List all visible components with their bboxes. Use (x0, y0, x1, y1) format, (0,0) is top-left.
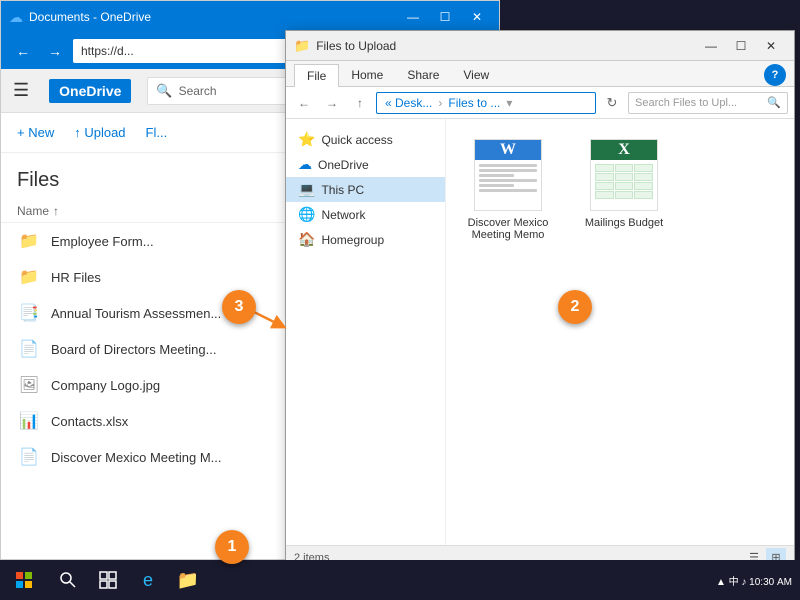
this-pc-icon: 💻 (298, 181, 315, 198)
explorer-search-box[interactable]: Search Files to Upl... 🔍 (628, 92, 788, 114)
explorer-main: W Discover Mexico Meeting Memo (446, 119, 794, 545)
taskbar: e 📁 ▲ 中 ♪ 10:30 AM (0, 560, 800, 600)
start-button[interactable] (0, 560, 48, 600)
explorer-back-button[interactable]: ← (292, 91, 316, 115)
file-icon: 📊 (17, 409, 41, 433)
flow-label: Fl... (146, 125, 168, 140)
explorer-search-icon: 🔍 (767, 96, 781, 109)
annotation-1: 1 (215, 530, 249, 564)
homegroup-icon: 🏠 (298, 231, 315, 248)
word-file-icon: W (474, 139, 542, 211)
sort-icon: ↑ (53, 204, 59, 218)
upload-label: ↑ Upload (74, 125, 125, 140)
file-icon: 🖼 (17, 373, 41, 397)
sidebar-label-network: Network (321, 208, 365, 222)
name-label: Name (17, 204, 49, 218)
file-icon: 📁 (17, 265, 41, 289)
quick-access-icon: ⭐ (298, 131, 315, 148)
sidebar-label-quick-access: Quick access (321, 133, 392, 147)
ribbon-tabs: File Home Share View ? (286, 61, 794, 87)
refresh-button[interactable]: ↻ (600, 91, 624, 115)
onedrive-icon: ☁ (9, 9, 23, 26)
new-button[interactable]: + New (17, 125, 54, 140)
onedrive-address-text: https://d... (81, 44, 134, 58)
file-icon: 📑 (17, 301, 41, 325)
explorer-up-button[interactable]: ↑ (348, 91, 372, 115)
explorer-body: ⭐ Quick access ☁ OneDrive 💻 This PC 🌐 Ne… (286, 119, 794, 545)
onedrive-titlebar: ☁ Documents - OneDrive — ☐ ✕ (1, 1, 499, 33)
annotation-2: 2 (558, 290, 592, 324)
explorer-forward-button[interactable]: → (320, 91, 344, 115)
network-icon: 🌐 (298, 206, 315, 223)
onedrive-back-button[interactable]: ← (9, 37, 37, 65)
file-icon: 📁 (17, 229, 41, 253)
breadcrumb-dropdown-icon: ▾ (506, 96, 512, 110)
explorer-folder-icon: 📁 (294, 38, 310, 54)
tab-home[interactable]: Home (339, 64, 395, 86)
sidebar-item-this-pc[interactable]: 💻 This PC (286, 177, 445, 202)
explorer-close-button[interactable]: ✕ (756, 31, 786, 61)
explorer-minimize-button[interactable]: — (696, 31, 726, 61)
taskbar-time: ▲ 中 ♪ 10:30 AM (716, 573, 792, 588)
sidebar-item-quick-access[interactable]: ⭐ Quick access (286, 127, 445, 152)
explorer-title: Files to Upload (316, 39, 696, 53)
onedrive-maximize-button[interactable]: ☐ (431, 3, 459, 31)
taskbar-file-explorer[interactable]: 📁 (168, 560, 208, 600)
search-placeholder: Search (179, 84, 217, 98)
onedrive-logo: OneDrive (49, 79, 131, 103)
annotation-3: 3 (222, 290, 256, 324)
task-view-icon (99, 571, 117, 589)
excel-file-icon: X (590, 139, 658, 211)
file-thumb-discover-mexico: W (472, 139, 544, 211)
explorer-window: 📁 Files to Upload — ☐ ✕ File Home Share … (285, 30, 795, 570)
file-label-discover-mexico: Discover Mexico Meeting Memo (466, 217, 550, 241)
taskbar-tray: ▲ 中 ♪ 10:30 AM (716, 573, 800, 588)
windows-logo (16, 572, 32, 588)
tab-share[interactable]: Share (395, 64, 451, 86)
onedrive-close-button[interactable]: ✕ (463, 3, 491, 31)
sidebar-label-this-pc: This PC (321, 183, 364, 197)
taskbar-search[interactable] (48, 560, 88, 600)
breadcrumb-desktop[interactable]: « Desk... (385, 96, 432, 110)
upload-button[interactable]: ↑ Upload (74, 125, 125, 140)
taskbar-edge[interactable]: e (128, 560, 168, 600)
onedrive-minimize-button[interactable]: — (399, 3, 427, 31)
breadcrumb-separator: › (438, 96, 442, 110)
explorer-window-controls: — ☐ ✕ (696, 31, 786, 61)
tab-view[interactable]: View (451, 64, 501, 86)
hamburger-icon[interactable]: ☰ (13, 80, 29, 101)
sidebar-label-homegroup: Homegroup (321, 233, 384, 247)
help-button[interactable]: ? (764, 64, 786, 86)
search-icon: 🔍 (156, 83, 172, 99)
sidebar-item-homegroup[interactable]: 🏠 Homegroup (286, 227, 445, 252)
onedrive-title: Documents - OneDrive (29, 10, 399, 24)
breadcrumb-filesto[interactable]: Files to ... (448, 96, 500, 110)
file-item-mailings-budget[interactable]: X Mailings Budget (574, 131, 674, 249)
explorer-maximize-button[interactable]: ☐ (726, 31, 756, 61)
tab-file[interactable]: File (294, 64, 339, 87)
file-icon: 📄 (17, 337, 41, 361)
sidebar-item-onedrive[interactable]: ☁ OneDrive (286, 152, 445, 177)
onedrive-sidebar-icon: ☁ (298, 156, 312, 173)
explorer-titlebar: 📁 Files to Upload — ☐ ✕ (286, 31, 794, 61)
sidebar-label-onedrive: OneDrive (318, 158, 369, 172)
onedrive-window-controls: — ☐ ✕ (399, 3, 491, 31)
taskbar-task-view[interactable] (88, 560, 128, 600)
onedrive-forward-button[interactable]: → (41, 37, 69, 65)
new-label: + New (17, 125, 54, 140)
file-thumb-mailings-budget: X (588, 139, 660, 211)
search-taskbar-icon (59, 571, 77, 589)
address-input[interactable]: « Desk... › Files to ... ▾ (376, 92, 596, 114)
file-label-mailings-budget: Mailings Budget (585, 217, 663, 229)
flow-button[interactable]: Fl... (146, 125, 168, 140)
explorer-search-placeholder: Search Files to Upl... (635, 97, 737, 109)
file-icon: 📄 (17, 445, 41, 469)
file-item-discover-mexico[interactable]: W Discover Mexico Meeting Memo (458, 131, 558, 249)
explorer-address-bar: ← → ↑ « Desk... › Files to ... ▾ ↻ Searc… (286, 87, 794, 119)
explorer-sidebar: ⭐ Quick access ☁ OneDrive 💻 This PC 🌐 Ne… (286, 119, 446, 545)
sidebar-item-network[interactable]: 🌐 Network (286, 202, 445, 227)
